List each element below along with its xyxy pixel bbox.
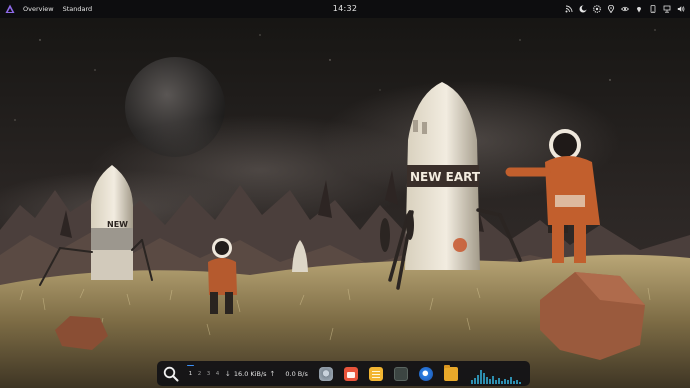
desktop-wallpaper: NEW NEW EART xyxy=(0,0,690,388)
svg-text:NEW: NEW xyxy=(107,220,128,229)
workspace-2[interactable]: 2 xyxy=(195,371,204,377)
search-button[interactable] xyxy=(162,365,180,383)
layout-mode-button[interactable]: Standard xyxy=(63,5,93,13)
download-arrow-icon: ↓ xyxy=(225,369,231,378)
notes-app-icon[interactable] xyxy=(368,366,383,381)
settings-icon[interactable] xyxy=(593,5,601,13)
eye-icon[interactable] xyxy=(621,5,629,13)
top-bar: Overview Standard 14:32 xyxy=(0,0,690,18)
terminal-app-icon[interactable] xyxy=(393,366,408,381)
upload-speed: 0.0 B/s xyxy=(285,369,308,378)
download-speed: 16.0 KiB/s xyxy=(233,369,267,378)
system-tray xyxy=(565,0,685,18)
workspace-3[interactable]: 3 xyxy=(204,371,213,377)
network-icon[interactable] xyxy=(663,5,671,13)
moon-icon[interactable] xyxy=(579,5,587,13)
clock[interactable]: 14:32 xyxy=(333,0,358,18)
bottom-panel: 1 2 3 4 ↓ 16.0 KiB/s ↑ 0.0 B/s xyxy=(157,361,530,386)
svg-text:NEW EART: NEW EART xyxy=(410,170,481,184)
workspace-1[interactable]: 1 xyxy=(186,364,195,377)
files-app-icon[interactable] xyxy=(443,364,458,381)
pin-icon[interactable] xyxy=(635,5,643,13)
distro-logo-icon[interactable] xyxy=(5,4,15,14)
calendar-app-icon[interactable] xyxy=(343,366,358,381)
upload-arrow-icon: ↑ xyxy=(269,369,276,378)
network-speed-indicator[interactable]: ↓ 16.0 KiB/s ↑ 0.0 B/s xyxy=(225,370,308,378)
workspace-4[interactable]: 4 xyxy=(213,371,222,377)
settings-app-icon[interactable] xyxy=(318,366,333,381)
system-monitor-graph[interactable] xyxy=(469,364,525,384)
volume-icon[interactable] xyxy=(677,5,685,13)
browser-app-icon[interactable] xyxy=(418,366,433,381)
location-icon[interactable] xyxy=(607,5,615,13)
rss-icon[interactable] xyxy=(565,5,573,13)
search-icon xyxy=(163,366,179,381)
overview-button[interactable]: Overview xyxy=(23,5,54,13)
phone-icon[interactable] xyxy=(649,5,657,13)
